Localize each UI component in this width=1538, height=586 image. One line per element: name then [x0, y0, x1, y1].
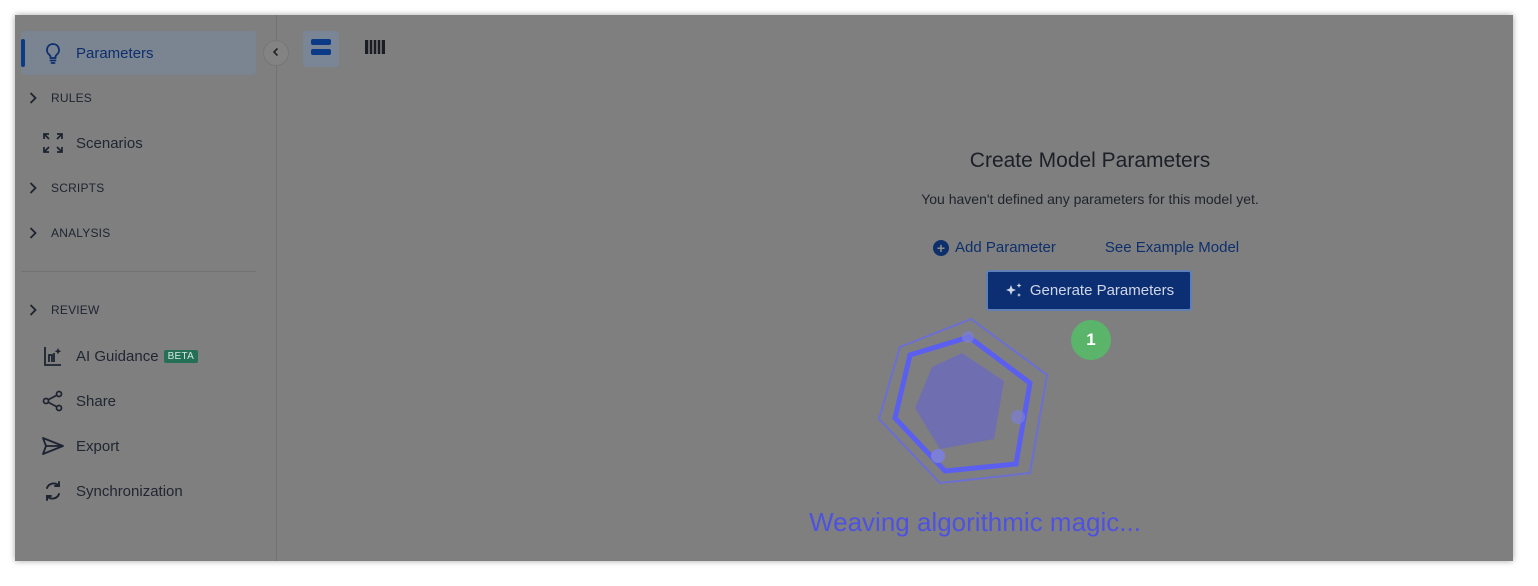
lightbulb-icon [41, 41, 65, 65]
empty-state-actions: + Add Parameter See Example Model [933, 239, 1239, 256]
chevron-left-icon [272, 44, 280, 62]
sidebar-item-share[interactable]: Share [21, 379, 256, 423]
plus-circle-icon: + [933, 239, 949, 256]
loading-spinner [870, 313, 1050, 493]
sidebar: Parameters RULES Scenarios SCRIPTS ANALY [15, 15, 277, 561]
see-example-model-link[interactable]: See Example Model [1105, 239, 1239, 256]
ai-guidance-icon [41, 344, 65, 368]
sidebar-section-label: ANALYSIS [51, 226, 111, 240]
ai-guidance-label: AI Guidance [76, 347, 159, 365]
sidebar-item-scenarios[interactable]: Scenarios [21, 121, 256, 165]
loading-message: Weaving algorithmic magic... [809, 507, 1141, 537]
generate-parameters-button[interactable]: Generate Parameters [986, 270, 1192, 311]
column-view-icon [364, 39, 386, 60]
chevron-right-icon [27, 92, 39, 104]
sidebar-section-rules[interactable]: RULES [27, 83, 92, 113]
chevron-right-icon [27, 304, 39, 316]
beta-badge: BETA [163, 349, 199, 363]
sidebar-section-review[interactable]: REVIEW [27, 295, 100, 325]
empty-state-title: Create Model Parameters [969, 149, 1211, 172]
sidebar-item-parameters[interactable]: Parameters [21, 31, 256, 75]
generate-parameters-label: Generate Parameters [1029, 282, 1175, 299]
sidebar-section-label: REVIEW [51, 303, 100, 317]
sparkles-icon [1004, 282, 1024, 300]
grid-view-button[interactable] [357, 31, 393, 67]
sidebar-section-scripts[interactable]: SCRIPTS [27, 173, 104, 203]
sidebar-item-export[interactable]: Export [21, 424, 256, 468]
empty-state: Create Model Parameters You haven't defi… [845, 149, 1335, 207]
empty-state-subtitle: You haven't defined any parameters for t… [921, 191, 1259, 207]
sidebar-section-label: RULES [51, 91, 93, 105]
sidebar-section-label: SCRIPTS [51, 181, 105, 195]
sidebar-item-label: Parameters [76, 44, 154, 62]
add-parameter-label: Add Parameter [955, 239, 1056, 256]
sidebar-item-label: Scenarios [76, 134, 143, 152]
collapse-sidebar-button[interactable] [263, 40, 289, 66]
active-indicator [21, 39, 25, 67]
chevron-right-icon [27, 182, 39, 194]
expand-arrows-icon [41, 131, 65, 155]
share-icon [41, 389, 65, 413]
sync-icon [41, 479, 65, 503]
step-marker: 1 [1071, 320, 1111, 360]
sidebar-item-label: Share [76, 392, 117, 410]
app-window: Parameters RULES Scenarios SCRIPTS ANALY [15, 15, 1513, 561]
list-view-icon [310, 38, 332, 61]
sidebar-divider [21, 271, 256, 272]
sidebar-item-label: Synchronization [76, 482, 183, 500]
sidebar-item-label: AI Guidance BETA [76, 347, 199, 365]
send-icon [41, 434, 65, 458]
chevron-right-icon [27, 227, 39, 239]
list-view-button[interactable] [303, 31, 339, 67]
sidebar-item-label: Export [76, 437, 120, 455]
sidebar-item-synchronization[interactable]: Synchronization [21, 469, 256, 513]
sidebar-item-ai-guidance[interactable]: AI Guidance BETA [21, 334, 256, 378]
sidebar-section-analysis[interactable]: ANALYSIS [27, 218, 110, 248]
add-parameter-link[interactable]: + Add Parameter [933, 239, 1056, 256]
